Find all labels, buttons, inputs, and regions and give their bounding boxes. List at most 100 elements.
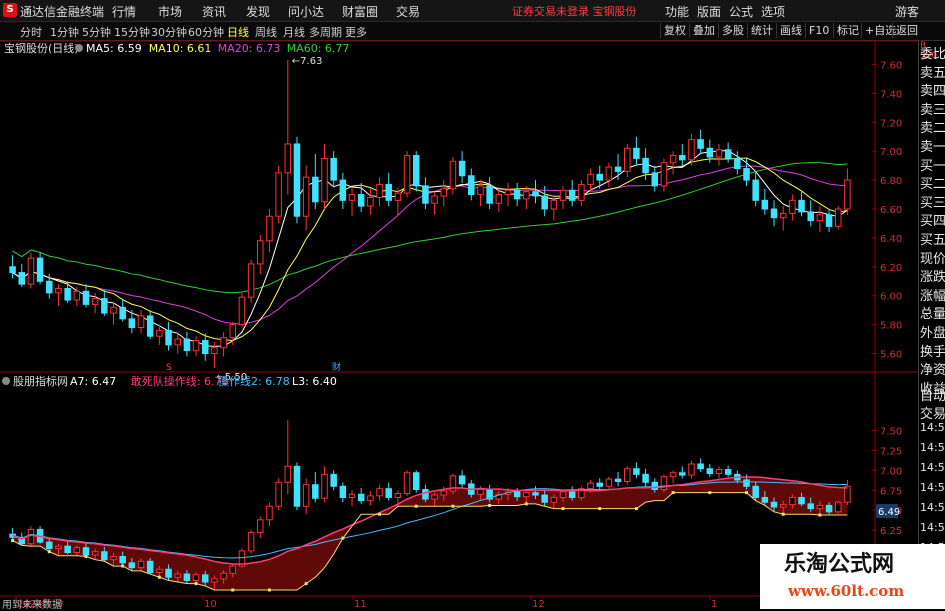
l3-dot	[157, 575, 161, 579]
candle-body	[770, 208, 778, 219]
l3-dot	[194, 582, 198, 586]
candle-body	[807, 211, 814, 222]
sidebar-label: 卖五	[920, 65, 945, 81]
candle-body	[201, 340, 209, 355]
sub-candle-body	[110, 555, 117, 561]
date-tick-label: 12	[532, 599, 545, 609]
candle-body	[559, 189, 567, 201]
trade-time-label: 交易	[920, 407, 945, 422]
l3-dot	[11, 539, 15, 543]
candle-body	[9, 266, 16, 274]
sub-candle-body	[633, 468, 640, 475]
candle-body	[651, 172, 659, 187]
sub-candle-body	[330, 473, 337, 487]
candle-body	[73, 290, 81, 301]
sub-tick-label: 6.75	[880, 486, 902, 497]
candle-body	[46, 280, 53, 294]
candle-body	[697, 139, 704, 149]
ma60-line	[12, 162, 848, 294]
candle-body	[568, 189, 576, 201]
stock-title: 宝钢股份(日线)	[4, 41, 79, 55]
l3-dot	[781, 512, 785, 516]
candle-body	[587, 173, 594, 185]
sub-legend: 敢死队操作线: 6.78	[131, 374, 229, 388]
sub-candle-body	[302, 484, 310, 507]
sidebar-label: 换手	[920, 344, 945, 360]
sidebar-label: 卖三	[920, 102, 945, 118]
sub-candle-body	[211, 578, 218, 583]
l3-dot	[708, 491, 712, 495]
sidebar-label: 买二	[920, 177, 945, 193]
candle-body	[477, 185, 484, 196]
sub-candle-body	[128, 562, 136, 569]
trade-time-label: 14:56	[920, 481, 945, 494]
price-tick-label: 6.80	[880, 176, 902, 187]
candle-body	[798, 199, 805, 213]
sub-candle-body	[247, 532, 255, 552]
sub-candle-body	[376, 488, 383, 497]
sub-candle-body	[697, 463, 704, 470]
candle-body	[779, 212, 787, 219]
l3-dot	[378, 512, 382, 516]
ma-legend: MA60: 6.77	[287, 42, 350, 55]
candle-body	[330, 157, 337, 181]
candle-body	[734, 157, 741, 170]
price-tick-label: 6.20	[880, 263, 902, 274]
sub-candle-body	[146, 560, 154, 573]
sub-candle-body	[422, 488, 429, 500]
price-tick-label: 6.00	[880, 292, 902, 303]
sub-candle-body	[183, 573, 191, 581]
sub-candle-body	[412, 472, 420, 490]
sub-candle-body	[532, 492, 539, 496]
candle-body	[752, 179, 759, 201]
trade-time-label: 14:56	[920, 421, 945, 434]
candle-body	[688, 139, 695, 161]
price-tick-label: 7.40	[880, 89, 902, 100]
sub-candle-body	[798, 496, 805, 505]
candle-body	[761, 199, 769, 210]
l3-dot	[524, 502, 528, 506]
sub-candle-body	[642, 473, 649, 483]
price-tick-label: 7.60	[880, 60, 902, 71]
candle-body	[706, 147, 714, 158]
sub-candle-body	[257, 519, 264, 534]
sub-candle-body	[789, 496, 796, 506]
sub-indicator-name: 股朋指标网	[13, 374, 68, 388]
candle-body	[412, 155, 420, 187]
sub-candle-body	[82, 547, 90, 556]
candle-body	[174, 338, 181, 346]
sub-candle-body	[440, 490, 448, 496]
candle-body	[504, 189, 512, 196]
price-tick-label: 7.00	[880, 147, 902, 158]
sub-candle-body	[220, 572, 227, 580]
candle-body	[532, 191, 539, 197]
candle-body	[495, 194, 503, 204]
sub-candle-body	[724, 469, 732, 475]
sub-candle-body	[513, 491, 521, 498]
candle-body	[449, 160, 457, 190]
sub-candle-body	[834, 501, 842, 513]
ma-legend: MA20: 6.73	[218, 42, 281, 55]
price-tick-label: 7.20	[880, 118, 902, 129]
sub-candle-body	[174, 573, 181, 578]
sub-candle-body	[293, 465, 301, 507]
candle-body	[816, 214, 824, 222]
l3-dot	[304, 582, 308, 586]
candle-body	[183, 338, 191, 352]
ma-legend: MA5: 6.59	[86, 42, 142, 55]
candle-body	[229, 324, 237, 339]
sub-legend: 操作线2: 6.78	[218, 374, 290, 388]
candle-body	[55, 288, 62, 294]
kline-chart[interactable]: 7.60 7.40 7.20 7.00 6.80 6.60 6.40 6.20 6.00 5.80…	[0, 0, 918, 609]
price-tick-label: 5.60	[880, 350, 902, 361]
sub-candle-body	[312, 484, 319, 499]
sidebar-label: 买三	[920, 195, 945, 211]
sub-candle-body	[192, 574, 200, 581]
l3-dot	[745, 491, 748, 495]
l3-dot	[561, 507, 565, 511]
l3-dot	[598, 507, 602, 511]
ma-legend: MA10: 6.61	[149, 42, 212, 55]
l3-dot	[451, 504, 455, 508]
candle-body	[275, 172, 282, 217]
sub-candle-body	[752, 485, 759, 498]
